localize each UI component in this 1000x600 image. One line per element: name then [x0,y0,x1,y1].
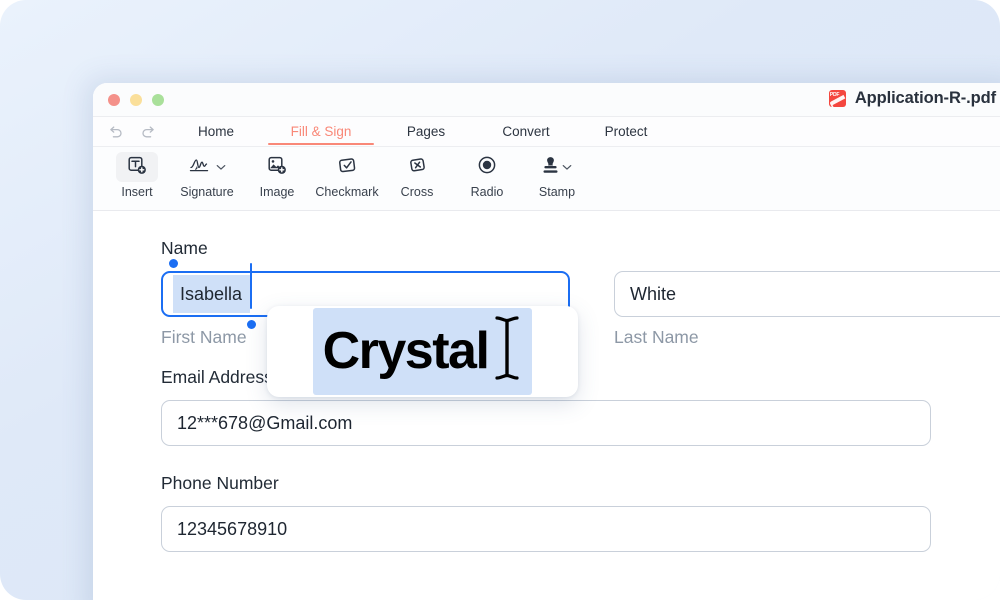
ribbon-label-image: Image [259,185,295,199]
name-section-label: Name [161,238,208,258]
phone-input[interactable]: 12345678910 [161,506,931,552]
ribbon-label-cross: Cross [400,185,434,199]
signature-icon [189,156,213,179]
tab-protect[interactable]: Protect [576,117,676,146]
first-name-value: Isabella [173,275,251,313]
redo-icon[interactable] [140,125,156,139]
chevron-down-icon[interactable] [216,158,226,176]
last-name-group: White Last Name [614,271,1000,348]
history-controls [93,125,166,139]
image-add-icon [267,155,287,180]
selection-handle-top-left[interactable] [169,259,178,268]
text-magnifier-loupe: Crystal [267,306,578,397]
email-input[interactable]: 12***678@Gmail.com [161,400,931,446]
chevron-down-icon-stamp[interactable] [562,158,572,176]
radio-icon [477,155,497,180]
cross-icon [407,155,428,180]
checkmark-icon [337,155,358,180]
ribbon-button-checkmark[interactable]: Checkmark [312,150,382,199]
insert-textbox-icon [127,155,147,180]
ribbon-button-stamp[interactable]: Stamp [522,150,592,199]
maximize-button[interactable] [152,94,164,106]
ribbon-button-radio[interactable]: Radio [452,150,522,199]
pdf-badge-label: PDF [829,92,840,98]
tab-pages[interactable]: Pages [376,117,476,146]
stamp-icon [542,155,559,180]
first-name-selection: Isabella [169,259,257,329]
last-name-caption: Last Name [614,327,699,347]
undo-icon[interactable] [108,125,124,139]
ribbon-button-signature[interactable]: Signature [172,150,242,199]
title-bar: PDF Application-R-.pdf [93,83,1000,117]
tab-home[interactable]: Home [166,117,266,146]
ribbon-toolbar: Insert Signature Image Checkmark Cross R… [93,147,1000,211]
pdf-page: Name Isabella First Name White Last Name… [93,211,1000,600]
tab-convert[interactable]: Convert [476,117,576,146]
last-name-input[interactable]: White [614,271,1000,317]
phone-label: Phone Number [161,473,279,493]
close-button[interactable] [108,94,120,106]
document-title: Application-R-.pdf [854,89,996,107]
i-beam-cursor-icon [492,314,522,387]
text-caret [249,263,253,309]
tab-bar: Home Fill & Sign Pages Convert Protect [93,117,1000,147]
loupe-text: Crystal [322,321,490,380]
ribbon-label-checkmark: Checkmark [315,185,379,199]
minimize-button[interactable] [130,94,142,106]
document-title-group: PDF Application-R-.pdf [828,89,996,108]
ribbon-button-insert[interactable]: Insert [102,150,172,199]
pdf-file-icon: PDF [828,90,846,107]
ribbon-label-radio: Radio [470,185,504,199]
ribbon-button-image[interactable]: Image [242,150,312,199]
selection-handle-bottom-right[interactable] [247,320,257,329]
ribbon-label-insert: Insert [121,185,153,199]
ribbon-label-stamp: Stamp [538,185,576,199]
loupe-highlight: Crystal [312,308,533,395]
traffic-lights [108,94,164,106]
screenshot-stage: PDF Application-R-.pdf Home Fill & Sign … [0,0,1000,600]
tab-fill-and-sign[interactable]: Fill & Sign [266,117,376,146]
ribbon-label-signature: Signature [180,185,234,199]
tab-list: Home Fill & Sign Pages Convert Protect [166,117,676,146]
ribbon-button-cross[interactable]: Cross [382,150,452,199]
